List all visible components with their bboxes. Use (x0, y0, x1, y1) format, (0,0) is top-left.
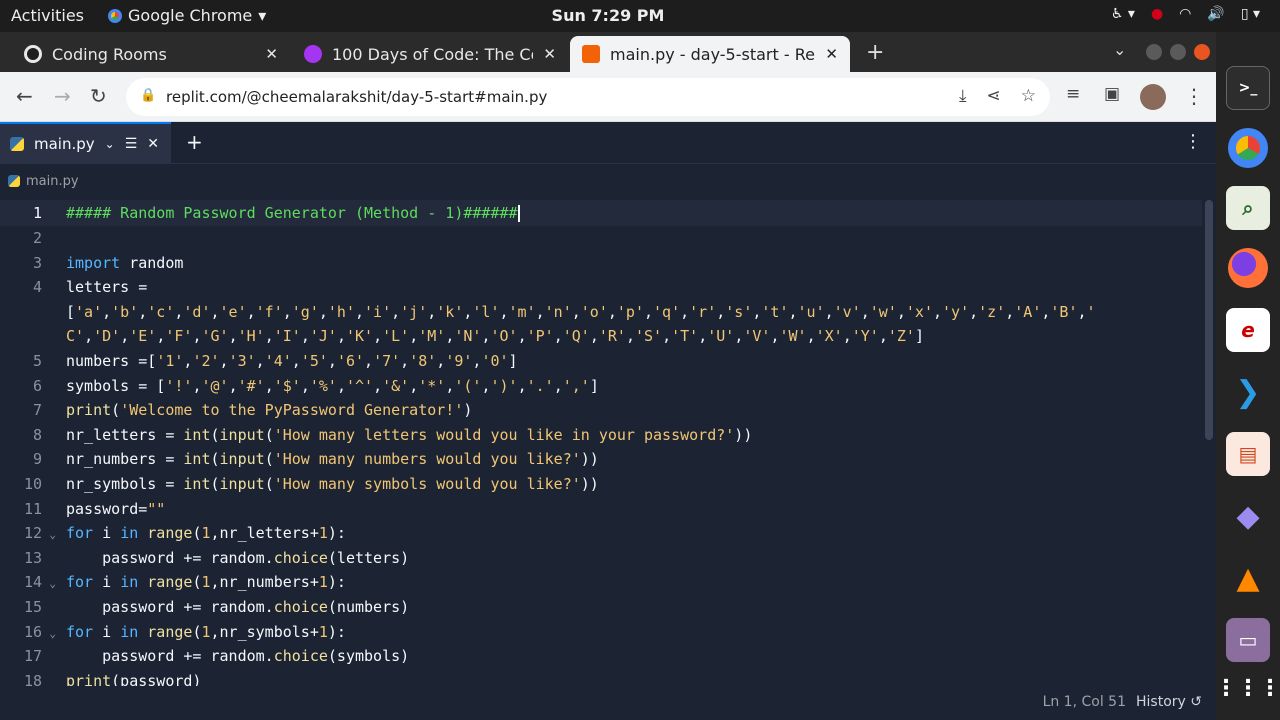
replit-icon (582, 45, 600, 63)
avatar[interactable] (1140, 84, 1166, 110)
app-diamond-icon[interactable]: ◆ (1226, 494, 1270, 538)
code-line[interactable]: 14 ⌄ for i in range(1,nr_numbers+1): (0, 570, 1202, 595)
code-line[interactable]: 2 (0, 226, 1202, 251)
editor-tab-bar: main.py ⌄ ☰ ✕ + ⋮ (0, 122, 1216, 164)
new-tab-button[interactable]: + (866, 40, 884, 65)
more-options-icon[interactable]: ⋮ (1184, 131, 1202, 152)
code-line[interactable]: 10 nr_symbols = int(input('How many symbo… (0, 472, 1202, 497)
impress-icon[interactable]: ▤ (1226, 432, 1270, 476)
code-line[interactable]: 11 password="" (0, 497, 1202, 522)
breadcrumb: main.py (0, 164, 1216, 198)
code-line[interactable]: 17 password += random.choice(symbols) (0, 644, 1202, 669)
media-control-icon[interactable]: ≡ (1066, 84, 1080, 104)
tab-main-py[interactable]: main.py ⌄ ☰ ✕ (0, 122, 172, 164)
code-line-wrap[interactable]: C','D','E','F','G','H','I','J','K','L','… (0, 324, 1202, 349)
system-tray[interactable]: ♿ ▾ ● ◠ 🔊 ▯ ▾ (1111, 6, 1260, 22)
cursor-position[interactable]: Ln 1, Col 51 (1043, 694, 1126, 710)
code-line[interactable]: 1 ##### Random Password Generator (Metho… (0, 200, 1202, 226)
history-icon: ↺ (1190, 694, 1202, 710)
battery-icon: ▯ ▾ (1240, 6, 1260, 22)
code-line-wrap[interactable]: ['a','b','c','d','e','f','g','h','i','j'… (0, 300, 1202, 325)
python-icon (8, 175, 20, 187)
add-tab-button[interactable]: + (186, 130, 203, 154)
code-line[interactable]: 9 nr_numbers = int(input('How many number… (0, 447, 1202, 472)
reload-icon[interactable]: ↻ (90, 84, 107, 108)
code-line[interactable]: 4 letters = (0, 275, 1202, 300)
firefox-icon[interactable] (1226, 246, 1270, 290)
chrome-menu-icon[interactable]: ⋮ (1184, 84, 1204, 108)
tab-coding-rooms[interactable]: Coding Rooms ✕ (12, 36, 290, 72)
back-icon[interactable]: ← (16, 84, 33, 108)
app-grid-icon[interactable]: ⋮⋮⋮ (1215, 666, 1280, 710)
code-line[interactable]: 13 password += random.choice(letters) (0, 546, 1202, 571)
os-top-bar: Activities Google Chrome ▾ Sun 7:29 PM ♿… (0, 0, 1280, 32)
vscode-icon[interactable]: ❯ (1226, 370, 1270, 414)
chrome-dock-icon[interactable] (1226, 126, 1270, 170)
tab-search-icon[interactable]: ⌄ (1113, 40, 1126, 59)
record-icon[interactable]: ● (1151, 6, 1163, 22)
minimize-button[interactable] (1146, 44, 1162, 60)
python-icon (10, 137, 24, 151)
close-icon[interactable]: ✕ (147, 136, 159, 152)
volume-icon: 🔊 (1207, 6, 1225, 22)
coding-rooms-icon (24, 45, 42, 63)
bookmark-star-icon[interactable]: ☆ (1021, 86, 1036, 106)
history-button[interactable]: History ↺ (1136, 694, 1202, 710)
terminal-icon[interactable]: >_ (1226, 66, 1270, 110)
code-line[interactable]: 7 print('Welcome to the PyPassword Genera… (0, 398, 1202, 423)
code-line[interactable]: 8 nr_letters = int(input('How many letter… (0, 423, 1202, 448)
code-line[interactable]: 3 import random (0, 251, 1202, 276)
lock-icon[interactable]: 🔒 (140, 88, 156, 103)
install-icon[interactable]: ⤓ (959, 86, 967, 106)
editor-status-bar: Ln 1, Col 51 History ↺ (0, 686, 1216, 720)
file-outline-icon[interactable]: ☰ (125, 136, 138, 152)
udemy-icon (304, 45, 322, 63)
screenshot-app-icon[interactable]: ▭ (1226, 618, 1270, 662)
chevron-down-icon[interactable]: ⌄ (105, 137, 115, 151)
code-line[interactable]: 12 ⌄ for i in range(1,nr_letters+1): (0, 521, 1202, 546)
clock[interactable]: Sun 7:29 PM (0, 6, 1216, 25)
image-viewer-icon[interactable]: ⌕ (1226, 186, 1270, 230)
close-icon[interactable]: ✕ (543, 45, 556, 63)
os-dock: >_ ⌕ e ❯ ▤ ◆ ▲ ▭ ⋮⋮⋮ (1215, 32, 1280, 720)
close-window-button[interactable] (1194, 44, 1210, 60)
fold-icon[interactable]: ⌄ (49, 622, 56, 647)
tab-strip: Coding Rooms ✕ 100 Days of Code: The Co … (0, 32, 1216, 72)
text-cursor (517, 205, 520, 222)
accessibility-icon[interactable]: ♿ ▾ (1111, 6, 1135, 22)
scrollbar-thumb[interactable] (1205, 200, 1213, 440)
tab-100-days[interactable]: 100 Days of Code: The Co ✕ (292, 36, 568, 72)
close-icon[interactable]: ✕ (825, 45, 838, 63)
side-panel-icon[interactable]: ▣ (1104, 84, 1120, 104)
editor-scrollbar[interactable] (1202, 198, 1216, 686)
browser-toolbar: ← → ↻ 🔒 replit.com/@cheemalarakshit/day-… (0, 72, 1216, 122)
address-bar[interactable]: 🔒 replit.com/@cheemalarakshit/day-5-star… (126, 78, 1050, 116)
forward-icon[interactable]: → (54, 84, 71, 108)
fold-icon[interactable]: ⌄ (49, 523, 56, 548)
maximize-button[interactable] (1170, 44, 1186, 60)
code-line[interactable]: 16 ⌄ for i in range(1,nr_symbols+1): (0, 620, 1202, 645)
tab-replit[interactable]: main.py - day-5-start - Rep ✕ (570, 36, 850, 72)
fold-icon[interactable]: ⌄ (49, 572, 56, 597)
url-text[interactable]: replit.com/@cheemalarakshit/day-5-start#… (166, 88, 547, 106)
vlc-icon[interactable]: ▲ (1226, 556, 1270, 600)
code-editor[interactable]: 1 ##### Random Password Generator (Metho… (0, 200, 1202, 686)
share-icon[interactable]: ⋖ (987, 86, 1001, 106)
code-line[interactable]: 6 symbols = ['!','@','#','$','%','^','&',… (0, 374, 1202, 399)
code-line[interactable]: 5 numbers =['1','2','3','4','5','6','7','… (0, 349, 1202, 374)
editor-app-icon[interactable]: e (1226, 308, 1270, 352)
code-line[interactable]: 18 print(password) (0, 669, 1202, 686)
close-icon[interactable]: ✕ (265, 45, 278, 63)
code-line[interactable]: 15 password += random.choice(numbers) (0, 595, 1202, 620)
wifi-icon: ◠ (1179, 6, 1192, 22)
